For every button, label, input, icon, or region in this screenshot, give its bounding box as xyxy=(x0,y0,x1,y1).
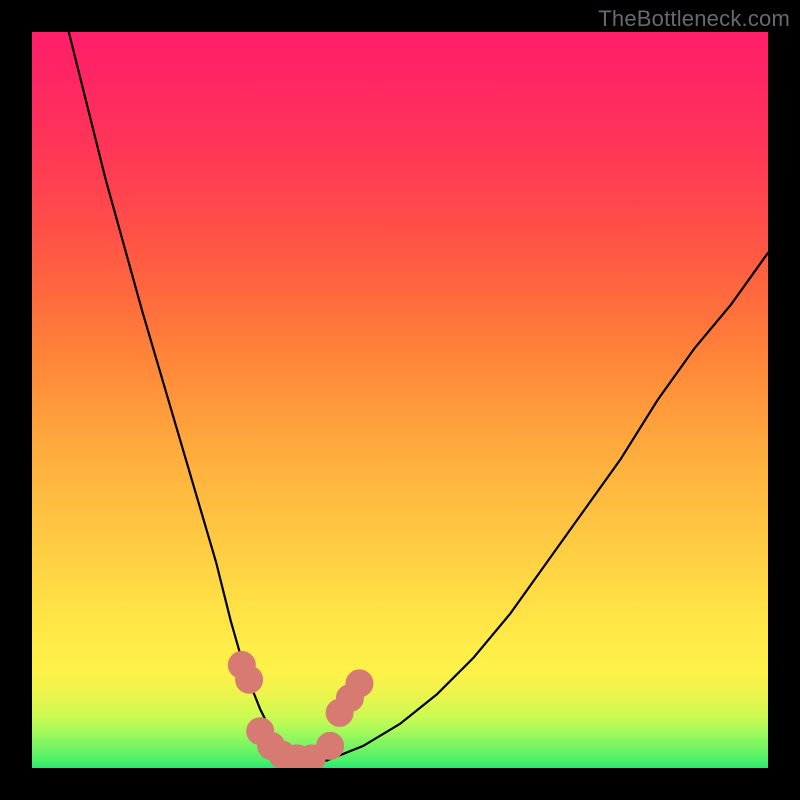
chart-frame: TheBottleneck.com xyxy=(0,0,800,800)
bottleneck-curve xyxy=(69,32,768,761)
plot-area xyxy=(32,32,768,768)
watermark-text: TheBottleneck.com xyxy=(598,6,790,32)
sample-points xyxy=(233,656,369,767)
curve-layer xyxy=(32,32,768,768)
